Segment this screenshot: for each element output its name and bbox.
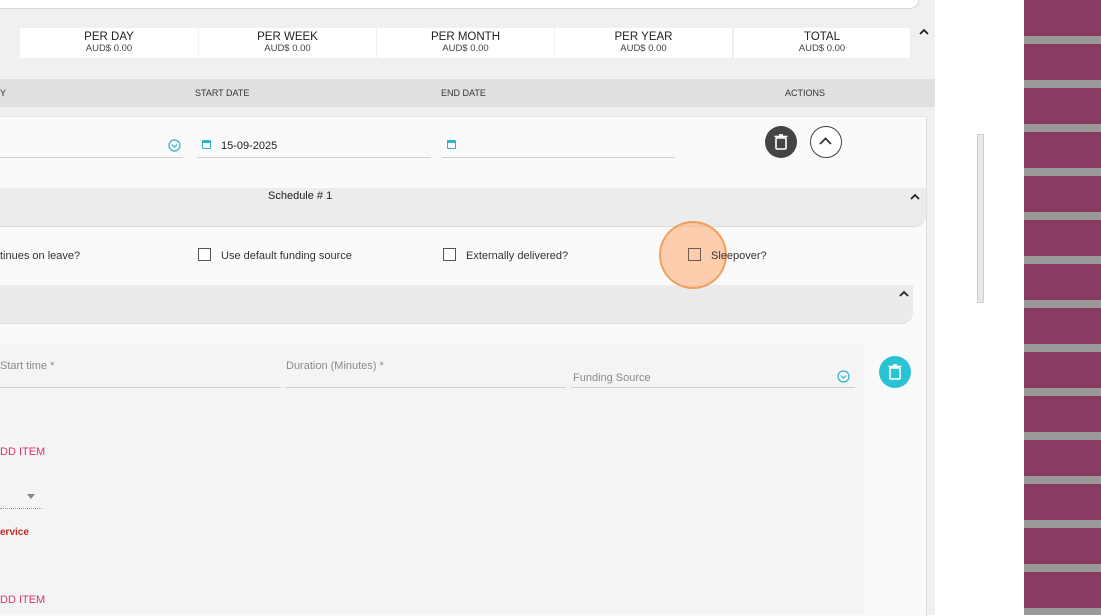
funding-source-underline xyxy=(571,387,855,388)
total-total-value: AUD$ 0.00 xyxy=(798,43,846,54)
schedule-header[interactable] xyxy=(0,188,926,227)
header-end-date: END DATE xyxy=(441,88,486,98)
use-default-funding-label: Use default funding source xyxy=(221,250,352,262)
continues-on-leave-label: tinues on leave? xyxy=(0,250,81,262)
total-total-label: TOTAL xyxy=(804,31,840,43)
header-start-date: START DATE xyxy=(195,88,250,98)
scrollbar-thumb[interactable] xyxy=(977,134,984,303)
header-col-partial: Y xyxy=(0,88,7,98)
delete-item-button[interactable] xyxy=(879,356,911,388)
sleepover-checkbox[interactable] xyxy=(688,248,701,261)
total-per-day: PER DAY AUD$ 0.00 xyxy=(20,28,198,58)
chevron-up-icon xyxy=(819,137,832,145)
sleepover-label: Sleepover? xyxy=(711,250,767,262)
total-per-month-label: PER MONTH xyxy=(431,31,500,43)
end-date-underline xyxy=(442,157,675,158)
background-brick-pattern xyxy=(1024,0,1101,615)
total-per-year-label: PER YEAR xyxy=(614,31,673,43)
collapse-items-icon[interactable] xyxy=(898,289,910,299)
start-date-input[interactable]: 15-09-2025 xyxy=(221,140,277,152)
use-default-funding-checkbox[interactable] xyxy=(198,248,211,261)
total-per-week-value: AUD$ 0.00 xyxy=(264,43,311,54)
trash-icon xyxy=(888,364,902,380)
total-per-month: PER MONTH AUD$ 0.00 xyxy=(377,28,554,58)
service-error-text: ervice xyxy=(0,527,29,538)
trash-icon xyxy=(774,134,788,150)
funding-source-select[interactable]: Funding Source xyxy=(573,372,651,384)
dropdown-circle-icon[interactable] xyxy=(168,139,181,152)
collapse-schedule-icon[interactable] xyxy=(909,192,921,202)
item-panel xyxy=(0,344,864,615)
start-date-underline xyxy=(197,157,431,158)
total-per-month-value: AUD$ 0.00 xyxy=(442,43,489,54)
start-time-underline xyxy=(0,387,281,388)
collapse-row-button[interactable] xyxy=(810,126,842,158)
total-per-day-label: PER DAY xyxy=(84,31,134,43)
caret-down-icon[interactable] xyxy=(27,494,35,500)
duration-input[interactable]: Duration (Minutes) * xyxy=(286,360,384,372)
add-item-link[interactable]: DD ITEM xyxy=(0,594,45,606)
header-actions: ACTIONS xyxy=(785,88,826,98)
total-per-year: PER YEAR AUD$ 0.00 xyxy=(555,28,732,58)
duration-underline xyxy=(285,387,566,388)
externally-delivered-checkbox[interactable] xyxy=(443,248,456,261)
item-section-header[interactable] xyxy=(0,285,913,324)
total-per-week: PER WEEK AUD$ 0.00 xyxy=(199,28,376,58)
externally-delivered-label: Externally delivered? xyxy=(466,250,569,262)
add-item-link[interactable]: DD ITEM xyxy=(0,446,45,458)
service-select[interactable] xyxy=(0,508,42,509)
top-card-edge xyxy=(0,0,919,9)
total-total: TOTAL AUD$ 0.00 xyxy=(734,28,910,58)
total-per-week-label: PER WEEK xyxy=(257,31,318,43)
calendar-icon[interactable] xyxy=(202,140,211,149)
total-per-year-value: AUD$ 0.00 xyxy=(620,43,667,54)
total-per-day-value: AUD$ 0.00 xyxy=(85,43,133,54)
table-header: Y START DATE END DATE ACTIONS xyxy=(0,79,935,107)
dropdown-circle-icon[interactable] xyxy=(837,370,850,383)
schedule-title: Schedule # 1 xyxy=(268,190,333,202)
calendar-icon[interactable] xyxy=(447,140,456,149)
first-field-underline xyxy=(0,157,183,158)
collapse-totals-icon[interactable] xyxy=(918,27,930,37)
delete-row-button[interactable] xyxy=(765,126,797,158)
start-time-input[interactable]: Start time * xyxy=(0,360,54,372)
